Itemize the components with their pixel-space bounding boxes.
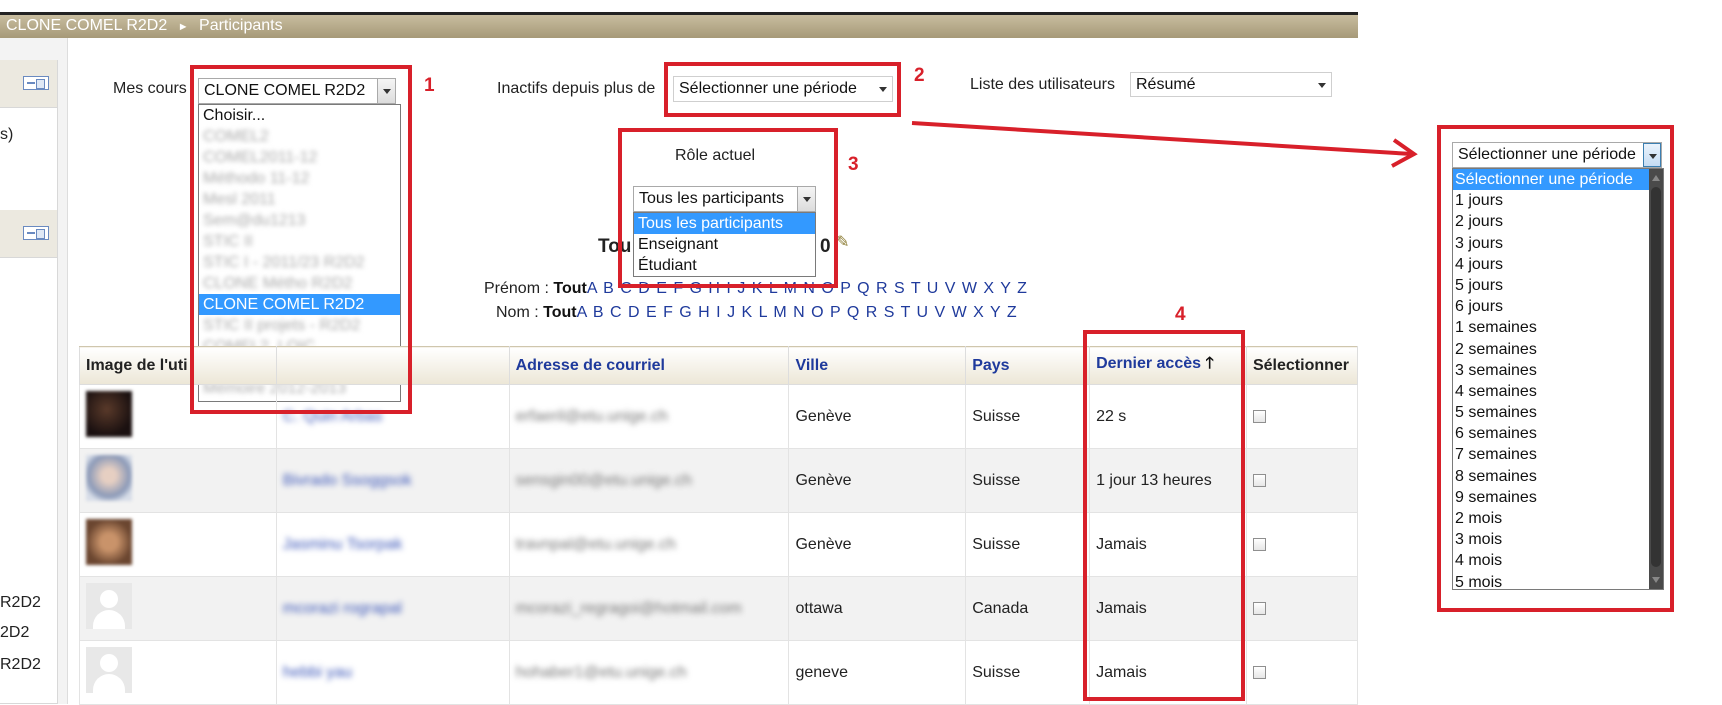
annotation-arrow-icon bbox=[911, 121, 1418, 168]
